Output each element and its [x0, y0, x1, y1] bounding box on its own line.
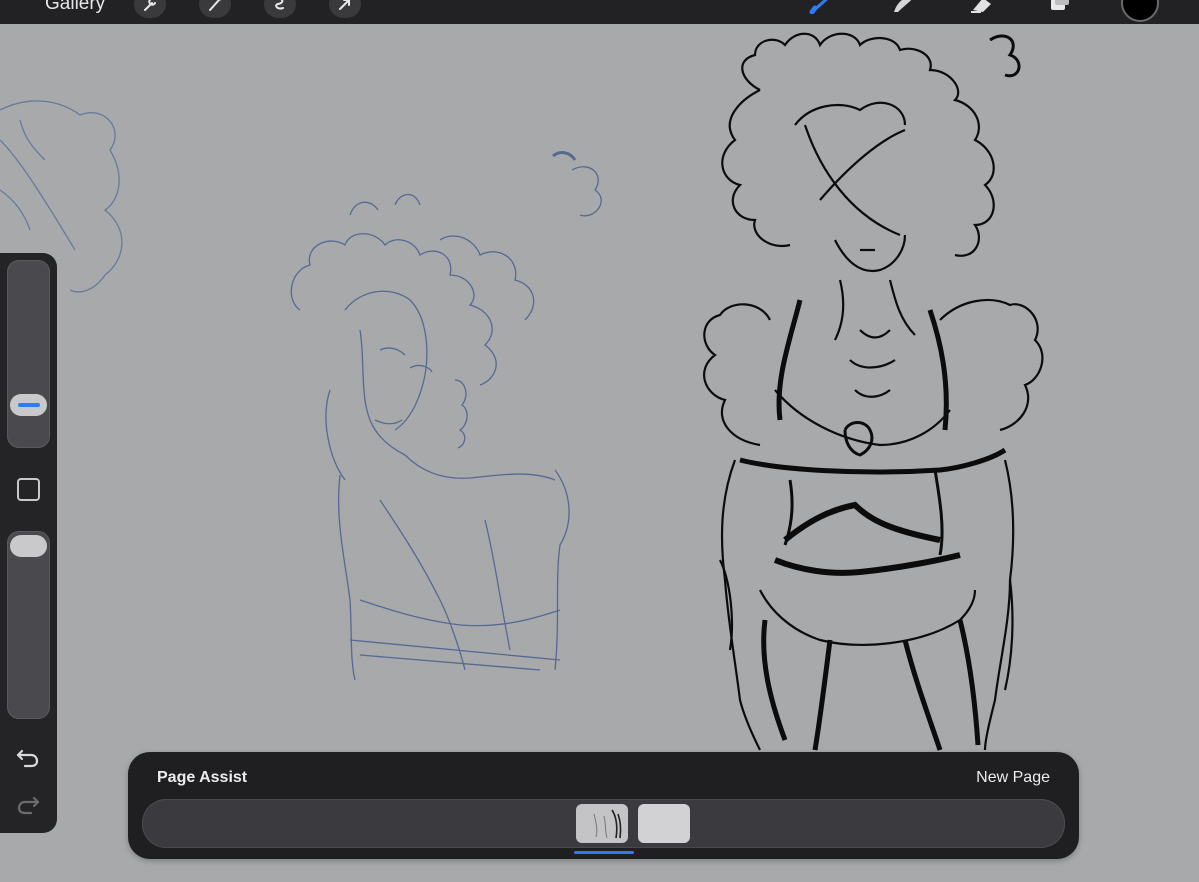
sidebar — [0, 253, 57, 833]
new-page-button[interactable]: New Page — [976, 769, 1050, 787]
eraser-button[interactable] — [965, 0, 997, 18]
transform-button[interactable] — [329, 0, 361, 18]
ink-character-sketch — [703, 32, 1044, 751]
page-assist-title: Page Assist — [157, 769, 248, 786]
redo-icon — [17, 796, 40, 815]
undo-icon — [16, 749, 39, 768]
slider-active-indicator — [17, 403, 40, 407]
modify-button[interactable] — [17, 478, 40, 501]
redo-button[interactable] — [16, 793, 40, 817]
page-assist-panel: Page Assist New Page — [128, 752, 1079, 859]
color-picker-button[interactable] — [1121, 0, 1159, 22]
transform-icon — [339, 0, 350, 10]
brush-size-slider[interactable] — [7, 260, 50, 448]
top-toolbar: Gallery — [0, 0, 1199, 24]
selection-button[interactable] — [264, 0, 296, 18]
eraser-icon — [971, 0, 991, 13]
blue-pencil-sketch — [290, 151, 602, 681]
current-page-indicator — [574, 851, 634, 854]
undo-button[interactable] — [16, 746, 40, 770]
page-strip[interactable] — [142, 799, 1065, 848]
brush-button[interactable] — [806, 0, 838, 18]
layers-icon — [1051, 0, 1069, 10]
smudge-icon — [894, 0, 912, 12]
brush-icon — [809, 0, 828, 14]
wrench-icon — [144, 0, 156, 11]
selection-icon — [275, 0, 284, 10]
page-thumbnail-1[interactable] — [576, 804, 628, 843]
opacity-slider-thumb[interactable] — [10, 535, 47, 557]
page-thumbnail-2[interactable] — [638, 804, 690, 843]
actions-button[interactable] — [134, 0, 166, 18]
gallery-button[interactable]: Gallery — [45, 0, 105, 15]
adjustments-button[interactable] — [199, 0, 231, 18]
layers-button[interactable] — [1043, 0, 1075, 18]
smudge-button[interactable] — [888, 0, 920, 18]
page-thumbnail-1-preview — [593, 809, 622, 839]
magic-wand-icon — [209, 0, 222, 11]
brush-size-slider-thumb[interactable] — [10, 394, 47, 416]
opacity-slider[interactable] — [7, 531, 50, 719]
